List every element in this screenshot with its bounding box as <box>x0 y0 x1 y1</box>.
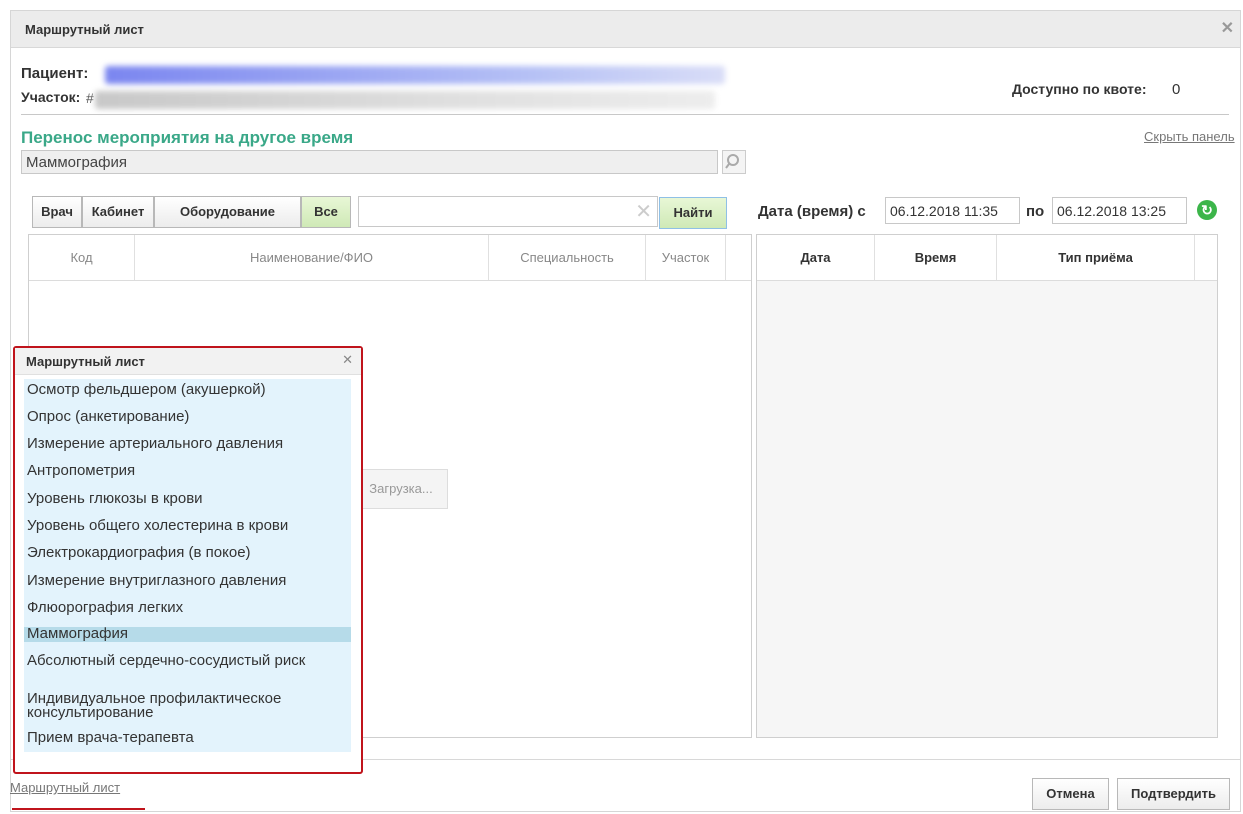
district-value-redacted <box>95 91 715 109</box>
col-district[interactable]: Участок <box>646 235 726 280</box>
tab-equipment[interactable]: Оборудование <box>154 196 301 228</box>
event-value: Маммография <box>26 154 127 171</box>
list-item-selected[interactable]: Маммография <box>24 626 351 642</box>
date-from-label: Дата (время) с <box>758 203 866 220</box>
search-button[interactable] <box>722 150 746 174</box>
route-sheet-list: Осмотр фельдшером (акушеркой) Опрос (анк… <box>24 379 351 752</box>
quota-label: Доступно по квоте: <box>1012 81 1147 97</box>
loading-indicator: Загрузка... <box>354 469 448 509</box>
list-item[interactable]: Электрокардиография (в покое) <box>24 545 351 560</box>
list-item[interactable]: Осмотр фельдшером (акушеркой) <box>24 382 351 397</box>
list-item[interactable]: Уровень общего холестерина в крови <box>24 518 351 533</box>
list-item[interactable]: Измерение внутриглазного давления <box>24 573 351 588</box>
route-sheet-popup: Маршрутный лист ✕ Осмотр фельдшером (аку… <box>13 346 363 774</box>
refresh-icon[interactable]: ↻ <box>1197 200 1217 220</box>
resource-table-header: Код Наименование/ФИО Специальность Участ… <box>29 235 751 281</box>
find-button[interactable]: Найти <box>659 197 727 229</box>
popup-close-icon[interactable]: ✕ <box>342 352 353 368</box>
dialog-title: Маршрутный лист <box>25 22 144 37</box>
cancel-button[interactable]: Отмена <box>1032 778 1109 810</box>
col-date[interactable]: Дата <box>757 235 875 280</box>
route-sheet-link[interactable]: Маршрутный лист <box>10 780 120 795</box>
search-icon <box>725 154 739 169</box>
confirm-button[interactable]: Подтвердить <box>1117 778 1230 810</box>
clear-icon[interactable]: ✕ <box>635 199 652 224</box>
col-type[interactable]: Тип приёма <box>997 235 1195 280</box>
col-time[interactable]: Время <box>875 235 997 280</box>
section-title: Перенос мероприятия на другое время <box>21 128 354 147</box>
tab-doctor[interactable]: Врач <box>32 196 82 228</box>
list-item[interactable]: Индивидуальное профилактическое консульт… <box>24 691 351 720</box>
tab-room[interactable]: Кабинет <box>82 196 154 228</box>
list-item[interactable]: Антропометрия <box>24 463 351 478</box>
list-item[interactable]: Флюорография легких <box>24 600 351 615</box>
district-prefix: # <box>86 90 94 106</box>
hide-panel-link[interactable]: Скрыть панель <box>1144 129 1235 144</box>
patient-label: Пациент: <box>21 65 89 82</box>
close-icon[interactable]: ✕ <box>1221 18 1234 38</box>
col-name[interactable]: Наименование/ФИО <box>135 235 489 280</box>
popup-header: Маршрутный лист ✕ <box>15 348 361 375</box>
popup-title: Маршрутный лист <box>26 354 145 369</box>
quota-value: 0 <box>1172 81 1181 98</box>
col-code[interactable]: Код <box>29 235 135 280</box>
schedule-table-header: Дата Время Тип приёма <box>757 235 1217 281</box>
schedule-table: Дата Время Тип приёма <box>756 234 1218 738</box>
date-from-input[interactable]: 06.12.2018 11:35 <box>885 197 1020 224</box>
list-item[interactable]: Прием врача-терапевта <box>24 730 351 745</box>
list-item[interactable]: Опрос (анкетирование) <box>24 409 351 424</box>
district-label: Участок: <box>21 89 81 105</box>
dialog-titlebar: Маршрутный лист ✕ <box>11 11 1240 48</box>
list-item[interactable]: Измерение артериального давления <box>24 436 351 451</box>
highlight-underline <box>12 808 145 810</box>
date-to-label: по <box>1026 203 1045 220</box>
event-field[interactable]: Маммография <box>21 150 718 174</box>
search-input[interactable]: ✕ <box>358 196 658 227</box>
col-specialty[interactable]: Специальность <box>489 235 646 280</box>
divider <box>21 114 1229 115</box>
list-item[interactable]: Уровень глюкозы в крови <box>24 491 351 506</box>
list-item[interactable]: Абсолютный сердечно-сосудистый риск <box>24 653 351 668</box>
date-to-input[interactable]: 06.12.2018 13:25 <box>1052 197 1187 224</box>
patient-name-redacted <box>105 66 725 84</box>
tab-all[interactable]: Все <box>301 196 351 228</box>
